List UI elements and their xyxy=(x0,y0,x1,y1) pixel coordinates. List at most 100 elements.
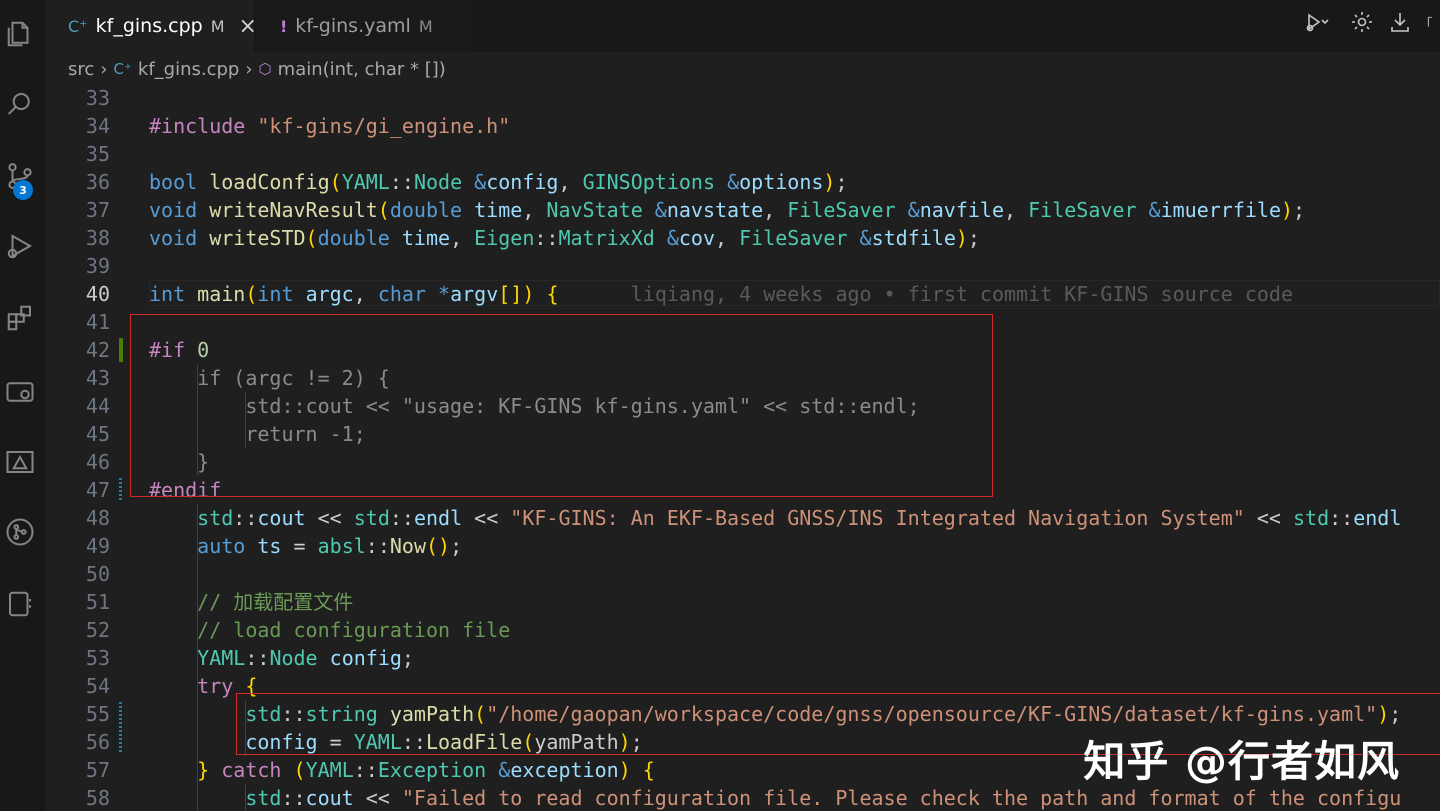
code-line[interactable]: 36 bool loadConfig(YAML::Node &config, GI… xyxy=(46,168,1440,196)
modified-indicator: M xyxy=(418,16,433,36)
line-number: 53 xyxy=(85,646,110,670)
code-line[interactable]: 34 #include "kf-gins/gi_engine.h" xyxy=(46,112,1440,140)
chevron-right-icon: › xyxy=(245,58,253,80)
download-icon[interactable] xyxy=(1388,10,1412,38)
code-text: } catch (YAML::Exception &exception) { xyxy=(197,758,655,782)
code-line[interactable]: 40 int main(int argc, char *argv[]) { liq… xyxy=(46,280,1440,308)
indent-guide xyxy=(245,700,246,756)
git-graph-icon[interactable] xyxy=(0,512,40,552)
indent-guide xyxy=(245,784,246,811)
modified-indicator: M xyxy=(210,16,225,36)
code-text: std::cout << std::endl << "KF-GINS: An E… xyxy=(197,506,1402,530)
code-line[interactable]: 45 return -1; xyxy=(46,420,1440,448)
code-text: // 加载配置文件 xyxy=(149,590,354,614)
code-line[interactable]: 33 xyxy=(46,86,1440,112)
line-number: 52 xyxy=(85,618,110,642)
code-line[interactable]: 47 #endif xyxy=(46,476,1440,504)
yaml-file-icon: ! xyxy=(280,16,288,36)
tab-label: kf_gins.cpp xyxy=(95,15,203,37)
breadcrumb-src[interactable]: src xyxy=(68,59,94,80)
indent-guide xyxy=(197,364,198,476)
close-icon[interactable]: × xyxy=(239,14,257,39)
tab-kf-gins-yaml[interactable]: ! kf-gins.yaml M xyxy=(256,0,472,52)
breadcrumb: src › C⁺ kf_gins.cpp › ⬡ main(int, char … xyxy=(46,52,1440,86)
code-text: bool loadConfig(YAML::Node &config, GINS… xyxy=(149,170,848,194)
code-text: YAML::Node config; xyxy=(197,646,414,670)
code-line[interactable]: 39 xyxy=(46,252,1440,280)
symbol-method-icon: ⬡ xyxy=(258,60,272,78)
gear-icon[interactable] xyxy=(1350,10,1374,38)
code-line[interactable]: 49 auto ts = absl::Now(); xyxy=(46,532,1440,560)
cpp-file-icon: C⁺ xyxy=(68,16,88,36)
code-line[interactable]: 44 std::cout << "usage: KF-GINS kf-gins.… xyxy=(46,392,1440,420)
code-line[interactable]: 37 void writeNavResult(double time, NavSt… xyxy=(46,196,1440,224)
breadcrumb-symbol[interactable]: main(int, char * []) xyxy=(278,59,446,80)
git-modified-marker xyxy=(119,478,122,502)
more-icon[interactable] xyxy=(1426,10,1440,38)
tab-kf-gins-cpp[interactable]: C⁺ kf_gins.cpp M × xyxy=(46,0,257,52)
code-line[interactable]: 41 xyxy=(46,308,1440,336)
code-line[interactable]: 38 void writeSTD(double time, Eigen::Matr… xyxy=(46,224,1440,252)
line-number: 55 xyxy=(85,702,110,726)
run-debug-dropdown-icon[interactable] xyxy=(1298,10,1336,38)
code-line[interactable]: 46 } xyxy=(46,448,1440,476)
code-text: std::cout << "usage: KF-GINS kf-gins.yam… xyxy=(149,394,920,418)
scm-badge: 3 xyxy=(13,180,33,200)
code-line[interactable]: 42 #if 0 xyxy=(46,336,1440,364)
line-number: 48 xyxy=(85,506,110,530)
search-icon[interactable] xyxy=(0,84,40,124)
line-number: 49 xyxy=(85,534,110,558)
code-text: if (argc != 2) { xyxy=(149,366,390,390)
remote-explorer-icon[interactable] xyxy=(0,372,40,412)
line-number: 43 xyxy=(85,366,110,390)
line-number: 36 xyxy=(85,170,110,194)
code-text: auto ts = absl::Now(); xyxy=(197,534,463,558)
line-number: 34 xyxy=(85,114,110,138)
line-number: 46 xyxy=(85,450,110,474)
breadcrumb-file[interactable]: kf_gins.cpp xyxy=(138,59,239,80)
line-number: 38 xyxy=(85,226,110,250)
line-number: 35 xyxy=(85,142,110,166)
code-line[interactable]: 48 std::cout << std::endl << "KF-GINS: A… xyxy=(46,504,1440,532)
line-number: 41 xyxy=(85,310,110,334)
tab-bar: C⁺ kf_gins.cpp M × ! kf-gins.yaml M xyxy=(46,0,1440,52)
code-text: int main(int argc, char *argv[]) { liqia… xyxy=(149,282,1294,306)
code-line[interactable]: 50 xyxy=(46,560,1440,588)
line-number: 45 xyxy=(85,422,110,446)
code-text: // load configuration file xyxy=(149,618,511,642)
code-line[interactable]: 52 // load configuration file xyxy=(46,616,1440,644)
watermark: 知乎 @行者如风 xyxy=(1083,737,1400,786)
line-number: 33 xyxy=(85,86,110,110)
line-number: 42 xyxy=(85,338,110,362)
code-line[interactable]: 55 std::string yamPath("/home/gaopan/wor… xyxy=(46,700,1440,728)
chevron-right-icon: › xyxy=(100,58,108,80)
code-line[interactable]: 51 // 加载配置文件 xyxy=(46,588,1440,616)
deploy-icon[interactable] xyxy=(0,442,40,482)
line-number: 44 xyxy=(85,394,110,418)
indent-guide xyxy=(197,504,198,811)
line-number: 54 xyxy=(85,674,110,698)
line-number: 51 xyxy=(85,590,110,614)
code-line[interactable]: 53 YAML::Node config; xyxy=(46,644,1440,672)
git-added-marker xyxy=(119,338,123,362)
tab-label: kf-gins.yaml xyxy=(295,15,411,37)
code-text: try { xyxy=(197,674,258,698)
files-icon[interactable] xyxy=(0,14,40,54)
line-number: 57 xyxy=(85,758,110,782)
line-number: 56 xyxy=(85,730,110,754)
line-number: 58 xyxy=(85,786,110,810)
line-number: 47 xyxy=(85,478,110,502)
code-line[interactable]: 43 if (argc != 2) { xyxy=(46,364,1440,392)
device-icon[interactable] xyxy=(0,584,40,624)
code-line[interactable]: 35 xyxy=(46,140,1440,168)
line-number: 40 xyxy=(85,282,110,306)
line-number: 37 xyxy=(85,198,110,222)
activity-bar: 3 xyxy=(0,0,46,811)
extensions-icon[interactable] xyxy=(0,298,40,338)
run-debug-icon[interactable] xyxy=(0,226,40,266)
code-editor[interactable]: 33 34 #include "kf-gins/gi_engine.h" 35 36 bo… xyxy=(46,86,1440,811)
code-line[interactable]: 54 try { xyxy=(46,672,1440,700)
indent-guide xyxy=(245,392,246,448)
code-text: config = YAML::LoadFile(yamPath); xyxy=(245,730,643,754)
cpp-file-icon: C⁺ xyxy=(113,60,132,78)
